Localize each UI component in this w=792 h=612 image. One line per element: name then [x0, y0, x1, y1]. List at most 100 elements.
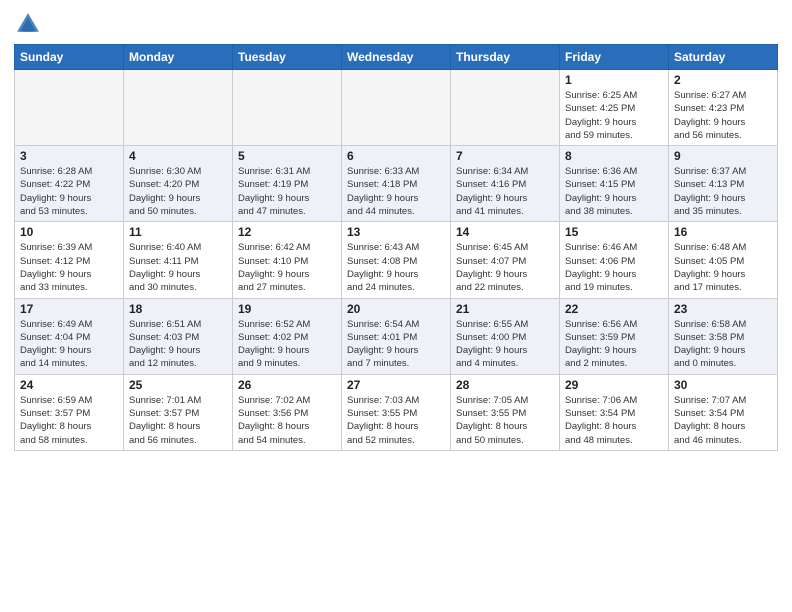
calendar-header: SundayMondayTuesdayWednesdayThursdayFrid…: [15, 45, 778, 70]
calendar-cell: 7 Sunrise: 6:34 AM Sunset: 4:16 PM Daylig…: [451, 146, 560, 222]
weekday-header-thursday: Thursday: [451, 45, 560, 70]
day-info: Sunrise: 6:45 AM Sunset: 4:07 PM Dayligh…: [456, 241, 554, 294]
day-number: 24: [20, 378, 118, 392]
calendar-cell: 22Sunrise: 6:56 AM Sunset: 3:59 PM Dayli…: [560, 298, 669, 374]
day-info: Sunrise: 7:03 AM Sunset: 3:55 PM Dayligh…: [347, 394, 445, 447]
calendar-cell: 26 Sunrise: 7:02 AM Sunset: 3:56 PM Dayli…: [233, 374, 342, 450]
calendar-cell: 16 Sunrise: 6:48 AM Sunset: 4:05 PM Dayli…: [669, 222, 778, 298]
calendar-cell: 13 Sunrise: 6:43 AM Sunset: 4:08 PM Dayli…: [342, 222, 451, 298]
calendar-week-1: 1 Sunrise: 6:25 AM Sunset: 4:25 PM Daylig…: [15, 70, 778, 146]
day-info: Sunrise: 7:07 AM Sunset: 3:54 PM Dayligh…: [674, 394, 772, 447]
page: SundayMondayTuesdayWednesdayThursdayFrid…: [0, 0, 792, 612]
calendar-cell: 21Sunrise: 6:55 AM Sunset: 4:00 PM Dayli…: [451, 298, 560, 374]
weekday-header-tuesday: Tuesday: [233, 45, 342, 70]
day-number: 27: [347, 378, 445, 392]
logo: [14, 10, 46, 38]
calendar-cell: 6Sunrise: 6:33 AM Sunset: 4:18 PM Daylig…: [342, 146, 451, 222]
calendar-cell: 14Sunrise: 6:45 AM Sunset: 4:07 PM Dayli…: [451, 222, 560, 298]
day-number: 28: [456, 378, 554, 392]
day-number: 5: [238, 149, 336, 163]
weekday-header-wednesday: Wednesday: [342, 45, 451, 70]
day-number: 20: [347, 302, 445, 316]
day-number: 8: [565, 149, 663, 163]
day-info: Sunrise: 6:39 AM Sunset: 4:12 PM Dayligh…: [20, 241, 118, 294]
calendar-week-2: 3 Sunrise: 6:28 AM Sunset: 4:22 PM Daylig…: [15, 146, 778, 222]
calendar: SundayMondayTuesdayWednesdayThursdayFrid…: [14, 44, 778, 451]
weekday-header-friday: Friday: [560, 45, 669, 70]
day-number: 11: [129, 225, 227, 239]
calendar-cell: 2 Sunrise: 6:27 AM Sunset: 4:23 PM Daylig…: [669, 70, 778, 146]
calendar-cell: 9 Sunrise: 6:37 AM Sunset: 4:13 PM Daylig…: [669, 146, 778, 222]
calendar-cell: [342, 70, 451, 146]
day-number: 30: [674, 378, 772, 392]
weekday-header-saturday: Saturday: [669, 45, 778, 70]
day-info: Sunrise: 6:25 AM Sunset: 4:25 PM Dayligh…: [565, 89, 663, 142]
calendar-cell: 11 Sunrise: 6:40 AM Sunset: 4:11 PM Dayli…: [124, 222, 233, 298]
day-number: 12: [238, 225, 336, 239]
day-number: 18: [129, 302, 227, 316]
calendar-cell: 8 Sunrise: 6:36 AM Sunset: 4:15 PM Daylig…: [560, 146, 669, 222]
calendar-cell: 3 Sunrise: 6:28 AM Sunset: 4:22 PM Daylig…: [15, 146, 124, 222]
day-number: 2: [674, 73, 772, 87]
day-info: Sunrise: 6:36 AM Sunset: 4:15 PM Dayligh…: [565, 165, 663, 218]
logo-icon: [14, 10, 42, 38]
day-info: Sunrise: 6:33 AM Sunset: 4:18 PM Dayligh…: [347, 165, 445, 218]
day-info: Sunrise: 6:49 AM Sunset: 4:04 PM Dayligh…: [20, 318, 118, 371]
weekday-header-row: SundayMondayTuesdayWednesdayThursdayFrid…: [15, 45, 778, 70]
day-number: 13: [347, 225, 445, 239]
day-info: Sunrise: 6:43 AM Sunset: 4:08 PM Dayligh…: [347, 241, 445, 294]
day-info: Sunrise: 6:42 AM Sunset: 4:10 PM Dayligh…: [238, 241, 336, 294]
day-info: Sunrise: 6:27 AM Sunset: 4:23 PM Dayligh…: [674, 89, 772, 142]
day-number: 3: [20, 149, 118, 163]
calendar-cell: [124, 70, 233, 146]
calendar-week-3: 10 Sunrise: 6:39 AM Sunset: 4:12 PM Dayli…: [15, 222, 778, 298]
day-info: Sunrise: 6:52 AM Sunset: 4:02 PM Dayligh…: [238, 318, 336, 371]
calendar-cell: 28 Sunrise: 7:05 AM Sunset: 3:55 PM Dayli…: [451, 374, 560, 450]
weekday-header-sunday: Sunday: [15, 45, 124, 70]
calendar-cell: 19 Sunrise: 6:52 AM Sunset: 4:02 PM Dayli…: [233, 298, 342, 374]
day-number: 15: [565, 225, 663, 239]
day-number: 17: [20, 302, 118, 316]
day-info: Sunrise: 6:37 AM Sunset: 4:13 PM Dayligh…: [674, 165, 772, 218]
day-info: Sunrise: 7:06 AM Sunset: 3:54 PM Dayligh…: [565, 394, 663, 447]
weekday-header-monday: Monday: [124, 45, 233, 70]
day-info: Sunrise: 6:40 AM Sunset: 4:11 PM Dayligh…: [129, 241, 227, 294]
day-info: Sunrise: 6:48 AM Sunset: 4:05 PM Dayligh…: [674, 241, 772, 294]
day-info: Sunrise: 6:31 AM Sunset: 4:19 PM Dayligh…: [238, 165, 336, 218]
day-number: 26: [238, 378, 336, 392]
header: [14, 10, 778, 38]
calendar-cell: 17 Sunrise: 6:49 AM Sunset: 4:04 PM Dayli…: [15, 298, 124, 374]
day-number: 10: [20, 225, 118, 239]
day-number: 19: [238, 302, 336, 316]
day-number: 9: [674, 149, 772, 163]
day-info: Sunrise: 7:05 AM Sunset: 3:55 PM Dayligh…: [456, 394, 554, 447]
day-info: Sunrise: 6:34 AM Sunset: 4:16 PM Dayligh…: [456, 165, 554, 218]
day-info: Sunrise: 6:59 AM Sunset: 3:57 PM Dayligh…: [20, 394, 118, 447]
day-info: Sunrise: 7:01 AM Sunset: 3:57 PM Dayligh…: [129, 394, 227, 447]
calendar-cell: 27 Sunrise: 7:03 AM Sunset: 3:55 PM Dayli…: [342, 374, 451, 450]
calendar-cell: 18 Sunrise: 6:51 AM Sunset: 4:03 PM Dayli…: [124, 298, 233, 374]
day-info: Sunrise: 6:58 AM Sunset: 3:58 PM Dayligh…: [674, 318, 772, 371]
calendar-cell: [15, 70, 124, 146]
day-info: Sunrise: 6:28 AM Sunset: 4:22 PM Dayligh…: [20, 165, 118, 218]
calendar-week-5: 24 Sunrise: 6:59 AM Sunset: 3:57 PM Dayli…: [15, 374, 778, 450]
day-number: 16: [674, 225, 772, 239]
calendar-cell: 15 Sunrise: 6:46 AM Sunset: 4:06 PM Dayli…: [560, 222, 669, 298]
day-info: Sunrise: 6:56 AM Sunset: 3:59 PM Dayligh…: [565, 318, 663, 371]
calendar-cell: 24 Sunrise: 6:59 AM Sunset: 3:57 PM Dayli…: [15, 374, 124, 450]
day-info: Sunrise: 6:54 AM Sunset: 4:01 PM Dayligh…: [347, 318, 445, 371]
day-number: 7: [456, 149, 554, 163]
calendar-cell: 30 Sunrise: 7:07 AM Sunset: 3:54 PM Dayli…: [669, 374, 778, 450]
day-number: 1: [565, 73, 663, 87]
calendar-cell: 10 Sunrise: 6:39 AM Sunset: 4:12 PM Dayli…: [15, 222, 124, 298]
calendar-cell: 1 Sunrise: 6:25 AM Sunset: 4:25 PM Daylig…: [560, 70, 669, 146]
calendar-cell: 29Sunrise: 7:06 AM Sunset: 3:54 PM Dayli…: [560, 374, 669, 450]
day-info: Sunrise: 6:51 AM Sunset: 4:03 PM Dayligh…: [129, 318, 227, 371]
day-number: 4: [129, 149, 227, 163]
day-info: Sunrise: 6:46 AM Sunset: 4:06 PM Dayligh…: [565, 241, 663, 294]
calendar-body: 1 Sunrise: 6:25 AM Sunset: 4:25 PM Daylig…: [15, 70, 778, 451]
calendar-week-4: 17 Sunrise: 6:49 AM Sunset: 4:04 PM Dayli…: [15, 298, 778, 374]
day-number: 25: [129, 378, 227, 392]
calendar-cell: 23Sunrise: 6:58 AM Sunset: 3:58 PM Dayli…: [669, 298, 778, 374]
day-info: Sunrise: 7:02 AM Sunset: 3:56 PM Dayligh…: [238, 394, 336, 447]
